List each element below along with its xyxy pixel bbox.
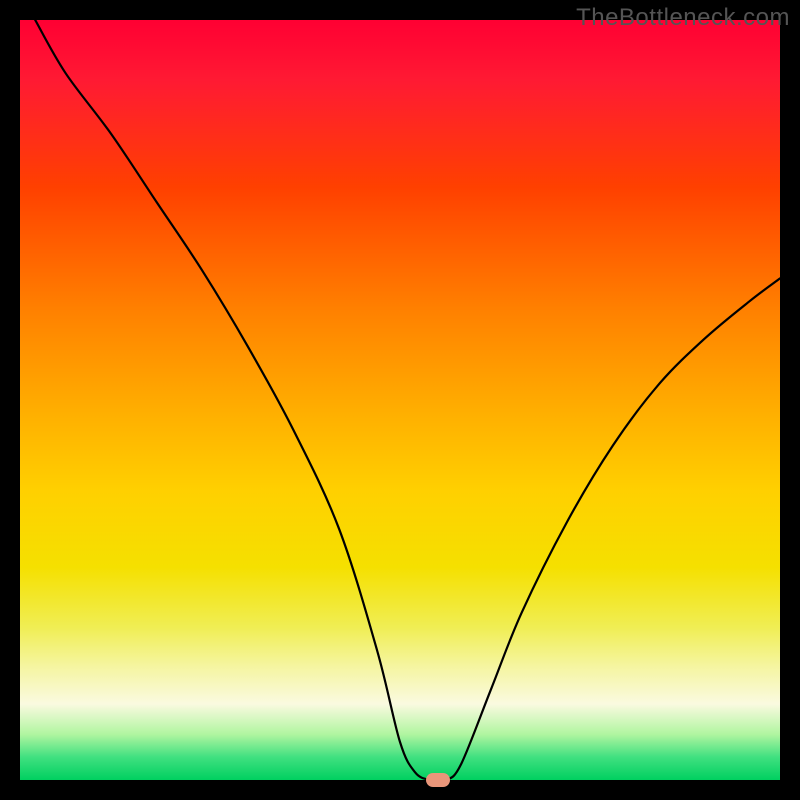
bottleneck-curve xyxy=(20,20,780,780)
chart-container: TheBottleneck.com xyxy=(0,0,800,800)
watermark: TheBottleneck.com xyxy=(576,4,790,32)
plot-area xyxy=(20,20,780,780)
optimum-marker xyxy=(426,773,450,787)
